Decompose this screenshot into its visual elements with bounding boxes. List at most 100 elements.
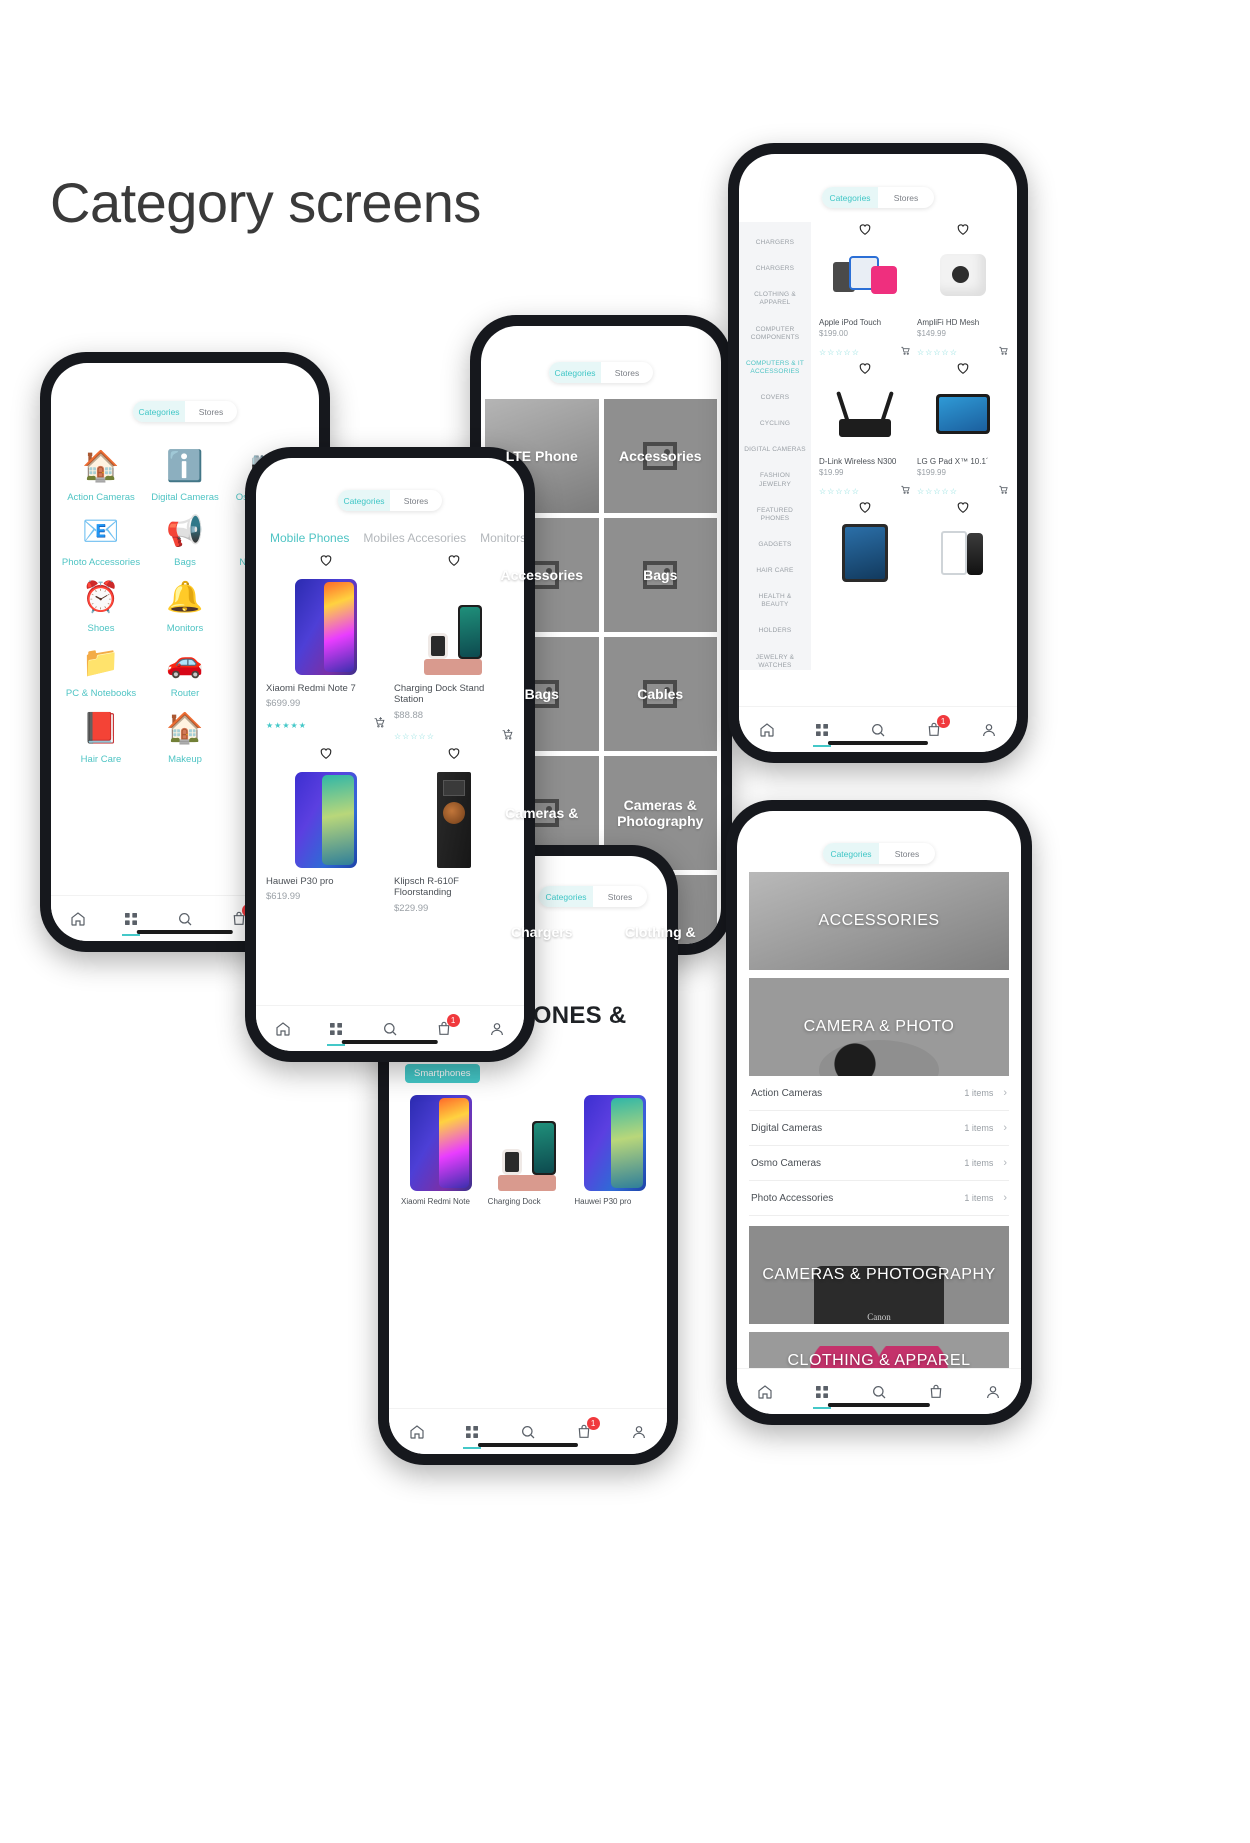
tab-stores[interactable]: Stores (878, 187, 934, 208)
tab-catalog[interactable] (123, 911, 139, 927)
category-row[interactable]: Osmo Cameras 1 items › (749, 1146, 1009, 1181)
segmented-control[interactable]: Categories Stores (338, 490, 442, 511)
category-icon-item[interactable]: 📧 Photo Accessories (59, 513, 143, 568)
carousel-item[interactable] (574, 1095, 655, 1192)
segmented-control[interactable]: Categories Stores (133, 401, 237, 422)
sidebar-item-cycling[interactable]: CYCLING (741, 411, 809, 437)
sidebar-item-chargers[interactable]: CHARGERS (741, 230, 809, 256)
favorite-heart-icon[interactable] (956, 361, 970, 375)
tab-stores[interactable]: Stores (879, 843, 935, 864)
sidebar-item-fashion-jewelry[interactable]: FASHION JEWELRY (741, 463, 809, 497)
product-card[interactable]: Klipsch R-610F Floorstanding $229.99 (394, 746, 514, 914)
product-card[interactable]: LG G Pad X™ 10.1´ $199.99 ☆☆☆☆☆ (917, 361, 1009, 500)
product-card[interactable]: AmpliFi HD Mesh $149.99 ☆☆☆☆☆ (917, 222, 1009, 361)
favorite-heart-icon[interactable] (956, 500, 970, 514)
tab-stores[interactable]: Stores (185, 401, 237, 422)
category-banner-cameras-photography[interactable]: CAMERAS & PHOTOGRAPHY Canon (749, 1226, 1009, 1324)
category-banner-accessories[interactable]: ACCESSORIES (749, 872, 1009, 970)
category-icon-item[interactable]: ⏰ Shoes (59, 579, 143, 634)
tab-cart[interactable]: 1 (576, 1416, 600, 1440)
tab-cart[interactable]: 1 (926, 714, 950, 738)
segmented-control[interactable]: Categories Stores (549, 362, 653, 383)
tab-account[interactable] (981, 722, 997, 738)
favorite-heart-icon[interactable] (447, 553, 461, 567)
category-row[interactable]: Action Cameras 1 items › (749, 1076, 1009, 1111)
tab-home[interactable] (409, 1424, 425, 1440)
tab-categories[interactable]: Categories (549, 362, 601, 383)
category-banner-camera-photo[interactable]: CAMERA & PHOTO (749, 978, 1009, 1076)
tab-mobiles-accesories[interactable]: Mobiles Accesories (363, 531, 466, 545)
sidebar-item-covers[interactable]: COVERS (741, 385, 809, 411)
favorite-heart-icon[interactable] (956, 222, 970, 236)
tab-catalog[interactable] (328, 1021, 344, 1037)
tab-account[interactable] (631, 1424, 647, 1440)
product-card[interactable] (819, 500, 911, 592)
sidebar-item-health-beauty[interactable]: HEALTH & BEAUTY (741, 584, 809, 618)
tab-mobile-phones[interactable]: Mobile Phones (270, 531, 349, 545)
sidebar-item-chargers-2[interactable]: CHARGERS (741, 256, 809, 282)
category-icon-item[interactable]: 📢 Bags (143, 513, 227, 568)
tab-categories[interactable]: Categories (133, 401, 185, 422)
favorite-heart-icon[interactable] (858, 222, 872, 236)
segmented-control[interactable]: Categories Stores (823, 843, 935, 864)
tab-categories[interactable]: Categories (823, 843, 879, 864)
tile[interactable]: Cables (603, 637, 717, 751)
tile[interactable]: Bags (603, 518, 717, 632)
favorite-heart-icon[interactable] (319, 746, 333, 760)
carousel-item[interactable] (401, 1095, 482, 1192)
tab-account[interactable] (489, 1021, 505, 1037)
add-to-cart-icon[interactable] (998, 482, 1009, 500)
product-card[interactable] (917, 500, 1009, 592)
product-card[interactable]: D-Link Wireless N300 $19.99 ☆☆☆☆☆ (819, 361, 911, 500)
tab-home[interactable] (757, 1384, 773, 1400)
tab-monitors[interactable]: Monitors (480, 531, 524, 545)
tab-categories[interactable]: Categories (338, 490, 390, 511)
product-card[interactable]: Xiaomi Redmi Note 7 $699.99 ★★★★★ (266, 553, 386, 746)
tab-search[interactable] (520, 1424, 536, 1440)
category-icon-item[interactable]: 🔔 Monitors (143, 579, 227, 634)
favorite-heart-icon[interactable] (858, 500, 872, 514)
tile[interactable]: Accessories (603, 399, 717, 513)
sidebar-item-computer-components[interactable]: COMPUTER COMPONENTS (741, 317, 809, 351)
tab-search[interactable] (382, 1021, 398, 1037)
tab-cart[interactable] (928, 1384, 944, 1400)
sidebar-item-clothing-apparel[interactable]: CLOTHING & APPAREL (741, 282, 809, 316)
category-row[interactable]: Digital Cameras 1 items › (749, 1111, 1009, 1146)
tab-catalog[interactable] (464, 1424, 480, 1440)
tab-account[interactable] (985, 1384, 1001, 1400)
add-to-cart-icon[interactable] (900, 482, 911, 500)
add-to-cart-icon[interactable] (373, 716, 386, 734)
tab-search[interactable] (871, 1384, 887, 1400)
category-icon-item[interactable]: ℹ️ Digital Cameras (143, 448, 227, 503)
category-icon-item[interactable]: 🏠 Makeup (143, 710, 227, 765)
add-to-cart-icon[interactable] (998, 343, 1009, 361)
bottom-tab-bar[interactable]: 1 (389, 1408, 667, 1454)
tab-cart[interactable]: 1 (436, 1013, 460, 1037)
category-icon-item[interactable]: 🏠 Action Cameras (59, 448, 143, 503)
tab-catalog[interactable] (814, 722, 830, 738)
tab-search[interactable] (177, 911, 193, 927)
sidebar-item-holders[interactable]: HOLDERS (741, 618, 809, 644)
category-icon-item[interactable]: 📕 Hair Care (59, 710, 143, 765)
sidebar-item-jewelry-watches[interactable]: JEWELRY & WATCHES (741, 645, 809, 671)
category-icon-item[interactable]: 🚗 Router (143, 644, 227, 699)
sidebar-item-gadgets[interactable]: GADGETS (741, 532, 809, 558)
sidebar-item-featured-phones[interactable]: FEATURED PHONES (741, 498, 809, 532)
tab-categories[interactable]: Categories (539, 886, 593, 907)
tab-search[interactable] (870, 722, 886, 738)
tab-home[interactable] (275, 1021, 291, 1037)
bottom-tab-bar[interactable]: 1 (256, 1005, 524, 1051)
smartphones-chip[interactable]: Smartphones (405, 1064, 480, 1084)
tab-stores[interactable]: Stores (390, 490, 442, 511)
favorite-heart-icon[interactable] (319, 553, 333, 567)
sidebar-item-computers-it-accessories[interactable]: COMPUTERS & IT ACCESSORIES (741, 351, 809, 385)
favorite-heart-icon[interactable] (858, 361, 872, 375)
favorite-heart-icon[interactable] (447, 746, 461, 760)
sidebar-item-digital-cameras[interactable]: DIGITAL CAMERAS (741, 437, 809, 463)
bottom-tab-bar[interactable] (737, 1368, 1021, 1414)
category-tabs[interactable]: Mobile Phones Mobiles Accesories Monitor… (256, 511, 524, 545)
tab-catalog[interactable] (814, 1384, 830, 1400)
product-card[interactable]: Hauwei P30 pro $619.99 (266, 746, 386, 914)
add-to-cart-icon[interactable] (501, 728, 514, 746)
category-icon-item[interactable]: 📁 PC & Notebooks (59, 644, 143, 699)
